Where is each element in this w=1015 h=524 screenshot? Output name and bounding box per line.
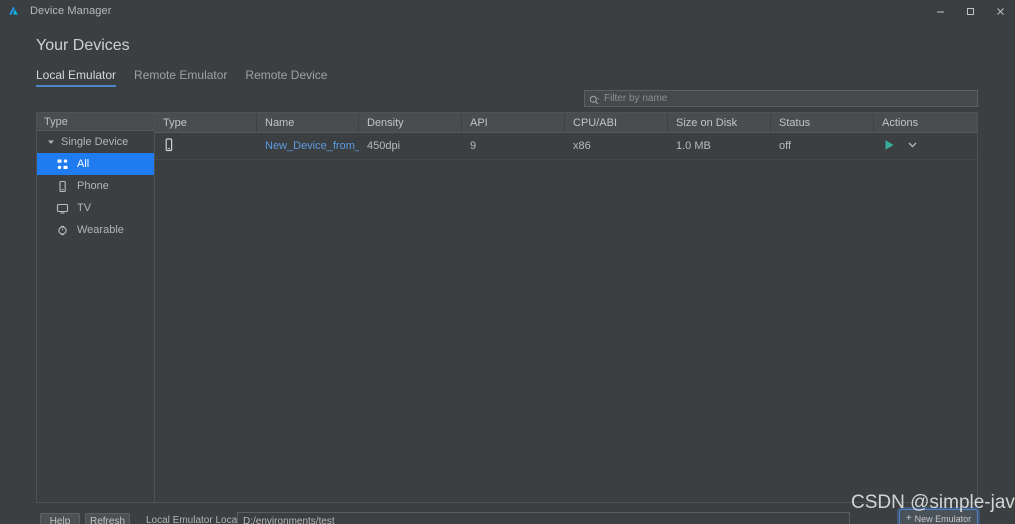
sidebar-item-all[interactable]: All xyxy=(37,153,154,175)
android-studio-logo-icon xyxy=(6,3,22,19)
search-icon xyxy=(589,93,600,105)
grid-icon xyxy=(55,157,69,171)
page-title: Your Devices xyxy=(36,37,130,54)
tab-local-emulator[interactable]: Local Emulator xyxy=(36,68,117,87)
cell-density: 450dpi xyxy=(367,140,401,152)
phone-icon xyxy=(163,137,175,155)
watch-icon xyxy=(55,223,69,237)
maximize-button[interactable] xyxy=(955,0,985,22)
column-header-actions: Actions xyxy=(882,116,919,129)
minimize-button[interactable] xyxy=(925,0,955,22)
window-title: Device Manager xyxy=(30,5,112,17)
new-emulator-label: New Emulator xyxy=(914,514,972,524)
column-header-type[interactable]: Type xyxy=(155,113,257,132)
phone-icon xyxy=(55,179,69,193)
cell-size-on-disk: 1.0 MB xyxy=(676,140,711,152)
column-header-name[interactable]: Name xyxy=(257,113,359,132)
sidebar-item-phone[interactable]: Phone xyxy=(37,175,154,197)
sidebar-item-tv-label: TV xyxy=(77,202,92,214)
sidebar-item-all-label: All xyxy=(77,158,90,170)
window-titlebar: Device Manager xyxy=(0,0,1015,22)
column-header-status[interactable]: Status xyxy=(771,113,874,132)
cell-type xyxy=(155,133,257,159)
table-row[interactable]: New_Device_from_... 450dpi 9 x86 1.0 MB … xyxy=(155,133,977,160)
search-input[interactable]: Filter by name xyxy=(584,90,978,107)
column-header-cpu-abi[interactable]: CPU/ABI xyxy=(565,113,668,132)
cell-status: off xyxy=(779,140,792,152)
run-icon[interactable] xyxy=(884,139,895,154)
refresh-button[interactable]: Refresh xyxy=(85,513,130,524)
sidebar-group-label: Single Device xyxy=(61,136,129,148)
column-header-density[interactable]: Density xyxy=(359,113,462,132)
tab-remote-emulator[interactable]: Remote Emulator xyxy=(134,68,227,87)
sidebar-item-wearable[interactable]: Wearable xyxy=(37,219,154,241)
sidebar-item-wearable-label: Wearable xyxy=(77,224,124,236)
tab-remote-device[interactable]: Remote Device xyxy=(245,68,327,87)
cell-actions xyxy=(874,133,977,159)
window-controls xyxy=(925,0,1015,22)
sidebar-header: Type xyxy=(37,113,154,131)
plus-icon: + xyxy=(905,513,912,524)
chevron-down-icon[interactable] xyxy=(907,139,918,153)
cell-cpu-abi: x86 xyxy=(573,140,591,152)
footer-bar: Help Refresh Local Emulator Location: D:… xyxy=(0,506,1015,524)
type-filter-sidebar: Type Single Device All Phone TV Wearable xyxy=(36,112,154,503)
search-placeholder: Filter by name xyxy=(604,93,668,104)
devices-table: Type Name Density API CPU/ABI Size on Di… xyxy=(154,112,978,503)
device-source-tabs: Local Emulator Remote Emulator Remote De… xyxy=(36,68,327,87)
new-emulator-button[interactable]: + New Emulator xyxy=(899,509,978,524)
chevron-down-icon xyxy=(45,138,57,146)
sidebar-item-phone-label: Phone xyxy=(77,180,109,192)
sidebar-item-tv[interactable]: TV xyxy=(37,197,154,219)
cell-api: 9 xyxy=(470,140,477,152)
column-header-size-on-disk[interactable]: Size on Disk xyxy=(668,113,771,132)
cell-device-name[interactable]: New_Device_from_... xyxy=(257,133,359,159)
column-header-api[interactable]: API xyxy=(462,113,565,132)
device-manager-page: Your Devices Local Emulator Remote Emula… xyxy=(0,22,1015,524)
help-button[interactable]: Help xyxy=(40,513,80,524)
sidebar-group-single-device[interactable]: Single Device xyxy=(37,131,154,153)
local-emulator-location-input[interactable]: D:/environments/test xyxy=(237,512,850,524)
table-header-row: Type Name Density API CPU/ABI Size on Di… xyxy=(155,113,977,133)
tv-icon xyxy=(55,201,69,215)
close-button[interactable] xyxy=(985,0,1015,22)
